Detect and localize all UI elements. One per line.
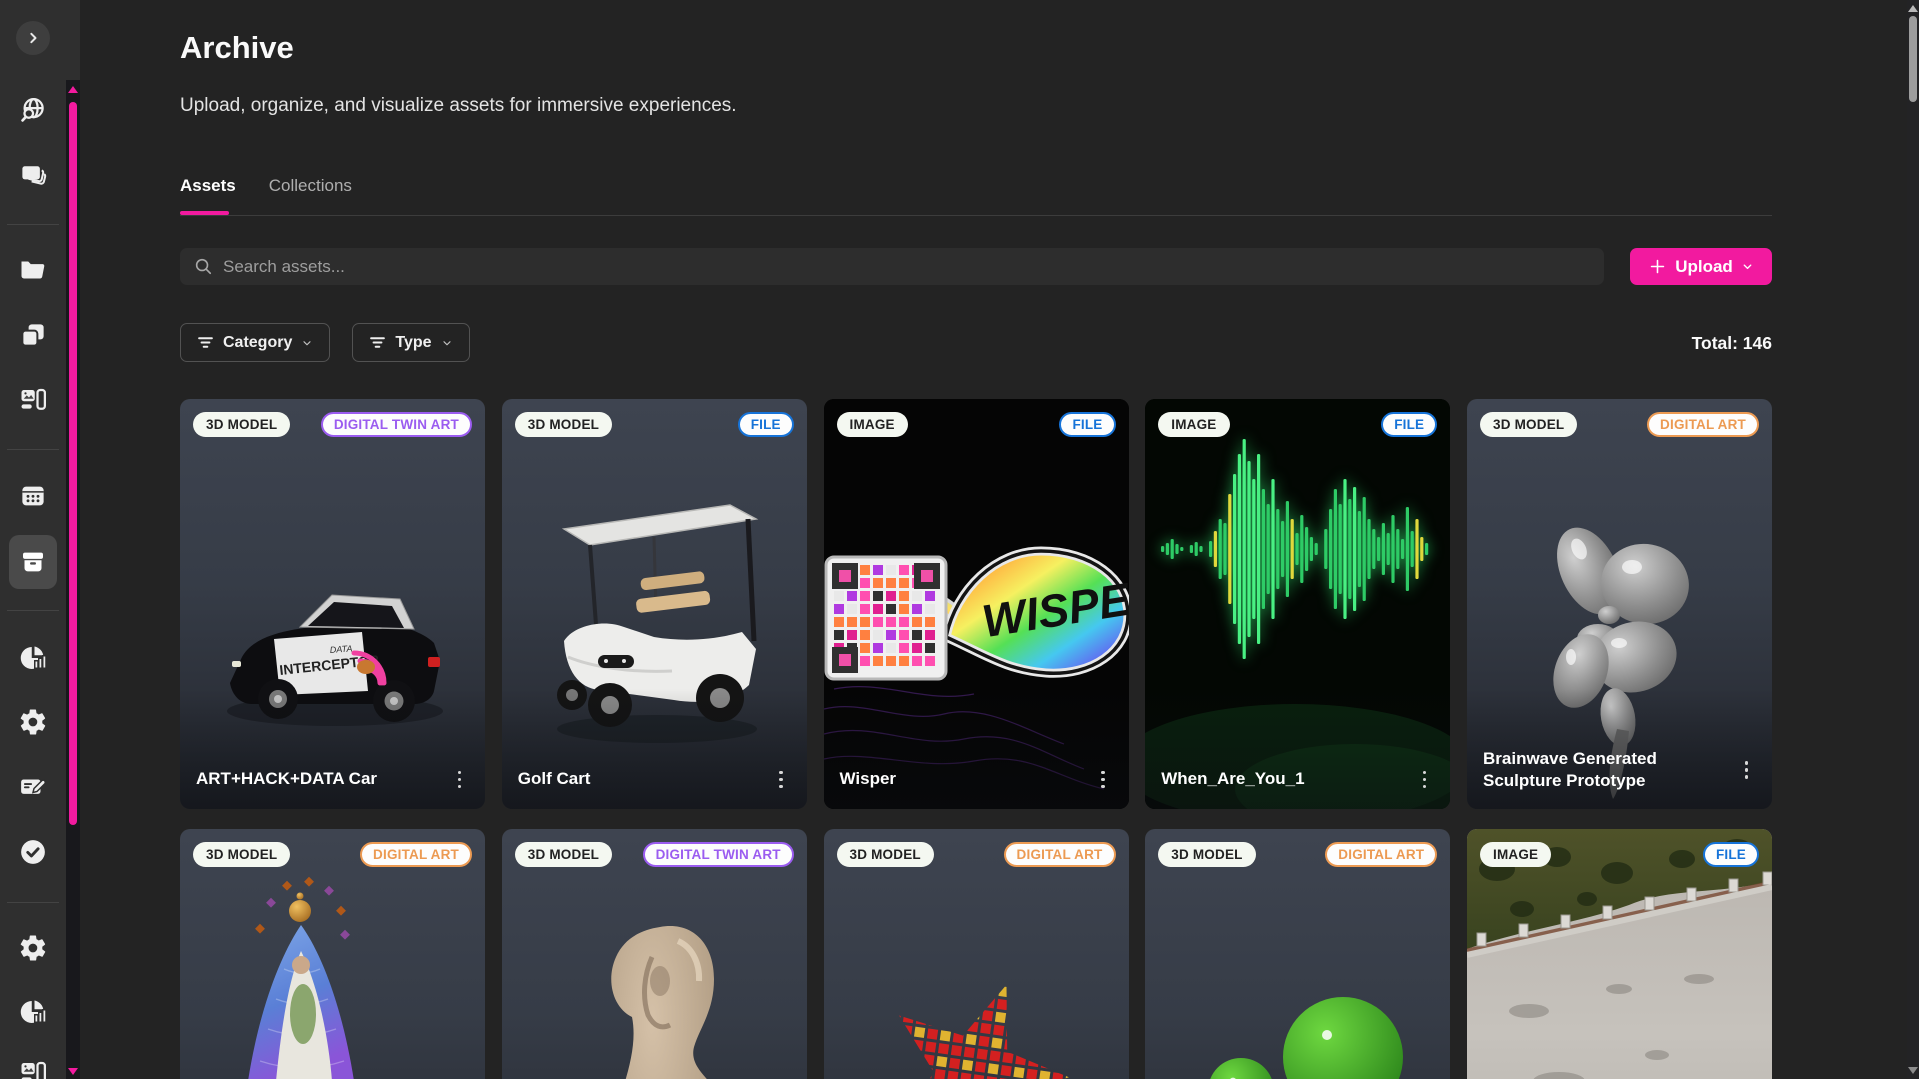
sidebar-item-discover[interactable] bbox=[0, 95, 66, 125]
upload-button-label: Upload bbox=[1675, 257, 1733, 277]
sidebar-item-settings[interactable] bbox=[0, 707, 66, 737]
filter-icon bbox=[369, 334, 386, 351]
asset-title: Brainwave Generated Sculpture Prototype bbox=[1483, 748, 1733, 792]
sidebar-item-admin-settings[interactable] bbox=[0, 933, 66, 963]
scroll-down-arrow-icon[interactable] bbox=[1908, 1067, 1918, 1074]
globe-search-icon bbox=[18, 95, 48, 125]
sidebar-item-collections[interactable] bbox=[0, 320, 66, 350]
asset-card-wisper[interactable]: WISPER IMAGE FILE Wisper bbox=[824, 399, 1129, 809]
sidebar bbox=[0, 0, 80, 1079]
gear-icon bbox=[18, 707, 48, 737]
asset-card-figurine[interactable]: 3D MODEL DIGITAL ART bbox=[180, 829, 485, 1079]
sidebar-divider bbox=[7, 224, 59, 225]
sidebar-divider bbox=[7, 902, 59, 903]
cards-stack-icon bbox=[18, 160, 48, 190]
sidebar-divider bbox=[7, 610, 59, 611]
tab-collections[interactable]: Collections bbox=[269, 176, 352, 210]
chevron-down-icon bbox=[1741, 260, 1754, 273]
scroll-down-arrow-icon[interactable] bbox=[68, 1068, 78, 1075]
sidebar-item-files[interactable] bbox=[0, 255, 66, 285]
page-title: Archive bbox=[180, 30, 294, 66]
filter-icon bbox=[197, 334, 214, 351]
archive-box-icon bbox=[18, 547, 48, 577]
more-options-button[interactable] bbox=[1737, 757, 1757, 783]
tab-bar: Assets Collections bbox=[180, 176, 352, 210]
upload-button[interactable]: Upload bbox=[1630, 248, 1772, 285]
search-icon bbox=[194, 257, 213, 276]
asset-card-golf-cart[interactable]: 3D MODEL FILE Golf Cart bbox=[502, 399, 807, 809]
asset-thumbnail-figurine bbox=[180, 829, 485, 1079]
asset-card-pixel-star[interactable]: 3D MODEL DIGITAL ART bbox=[824, 829, 1129, 1079]
calendar-icon bbox=[18, 481, 48, 511]
sidebar-divider bbox=[7, 449, 59, 450]
sidebar-item-environments[interactable] bbox=[0, 160, 66, 190]
asset-title: ART+HACK+DATA Car bbox=[196, 768, 377, 790]
device-layout-icon bbox=[18, 1058, 48, 1079]
page-subtitle: Upload, organize, and visualize assets f… bbox=[180, 95, 737, 117]
asset-thumbnail-pixel-star bbox=[824, 829, 1129, 1079]
gear-icon bbox=[18, 933, 48, 963]
sidebar-item-events[interactable] bbox=[0, 481, 66, 511]
more-options-button[interactable] bbox=[450, 767, 470, 793]
chevron-down-icon bbox=[301, 337, 313, 349]
asset-grid: DATA INTERCEPTOR 3D MODEL DIGITAL TWIN A bbox=[180, 399, 1772, 1079]
device-layout-icon bbox=[18, 385, 48, 415]
page-scrollbar[interactable] bbox=[1907, 0, 1919, 1079]
sidebar-item-admin-devices[interactable] bbox=[0, 1058, 66, 1079]
sidebar-item-badges[interactable] bbox=[0, 772, 66, 802]
page-scrollbar-thumb[interactable] bbox=[1909, 16, 1917, 102]
sidebar-scrollbar[interactable] bbox=[66, 80, 80, 1079]
tabs-divider bbox=[180, 215, 1772, 216]
plus-icon bbox=[1648, 257, 1667, 276]
sidebar-expand-button[interactable] bbox=[16, 21, 50, 55]
check-circle-icon bbox=[18, 837, 48, 867]
pie-chart-icon bbox=[18, 643, 48, 673]
sidebar-item-approvals[interactable] bbox=[0, 837, 66, 867]
chevron-down-icon bbox=[441, 337, 453, 349]
search-bar[interactable] bbox=[180, 248, 1604, 285]
type-filter-button[interactable]: Type bbox=[352, 323, 469, 362]
asset-card-mountain-road[interactable]: IMAGE FILE bbox=[1467, 829, 1772, 1079]
category-filter-button[interactable]: Category bbox=[180, 323, 330, 362]
pie-chart-icon bbox=[18, 997, 48, 1027]
sidebar-item-admin-analytics[interactable] bbox=[0, 997, 66, 1027]
more-options-button[interactable] bbox=[1093, 767, 1113, 793]
chevron-right-icon bbox=[23, 28, 43, 48]
asset-card-brainwave-sculpture[interactable]: 3D MODEL DIGITAL ART Brainwave Generated… bbox=[1467, 399, 1772, 809]
asset-card-bust[interactable]: 3D MODEL DIGITAL TWIN ART bbox=[502, 829, 807, 1079]
tab-assets[interactable]: Assets bbox=[180, 176, 236, 210]
sidebar-item-analytics[interactable] bbox=[0, 643, 66, 673]
category-filter-label: Category bbox=[223, 334, 292, 352]
asset-card-spheres[interactable]: 3D MODEL DIGITAL ART bbox=[1145, 829, 1450, 1079]
more-options-button[interactable] bbox=[1415, 767, 1435, 793]
asset-title: Golf Cart bbox=[518, 768, 591, 790]
asset-title: When_Are_You_1 bbox=[1161, 768, 1304, 790]
scroll-up-arrow-icon[interactable] bbox=[68, 86, 78, 93]
more-options-button[interactable] bbox=[771, 767, 791, 793]
asset-thumbnail-mountain-road bbox=[1467, 829, 1772, 1079]
asset-card-when-are-you-1[interactable]: IMAGE FILE When_Are_You_1 bbox=[1145, 399, 1450, 809]
card-edit-icon bbox=[18, 772, 48, 802]
sidebar-item-archive[interactable] bbox=[0, 547, 66, 577]
folder-open-icon bbox=[18, 255, 48, 285]
asset-thumbnail-spheres bbox=[1145, 829, 1450, 1079]
svg-text:DATA: DATA bbox=[329, 643, 352, 655]
copy-stack-icon bbox=[18, 320, 48, 350]
sidebar-scrollbar-thumb[interactable] bbox=[69, 102, 77, 825]
search-input[interactable] bbox=[223, 257, 1590, 277]
sidebar-item-devices[interactable] bbox=[0, 385, 66, 415]
scroll-up-arrow-icon[interactable] bbox=[1908, 5, 1918, 12]
total-count: Total: 146 bbox=[1472, 333, 1772, 354]
filter-row: Category Type bbox=[180, 323, 470, 362]
asset-card-art-hack-data-car[interactable]: DATA INTERCEPTOR 3D MODEL DIGITAL TWIN A bbox=[180, 399, 485, 809]
type-filter-label: Type bbox=[395, 334, 431, 352]
archive-page: { "page": { "title": "Archive", "subtitl… bbox=[0, 0, 1919, 1079]
asset-title: Wisper bbox=[840, 768, 897, 790]
asset-thumbnail-stone-bust bbox=[502, 829, 807, 1079]
